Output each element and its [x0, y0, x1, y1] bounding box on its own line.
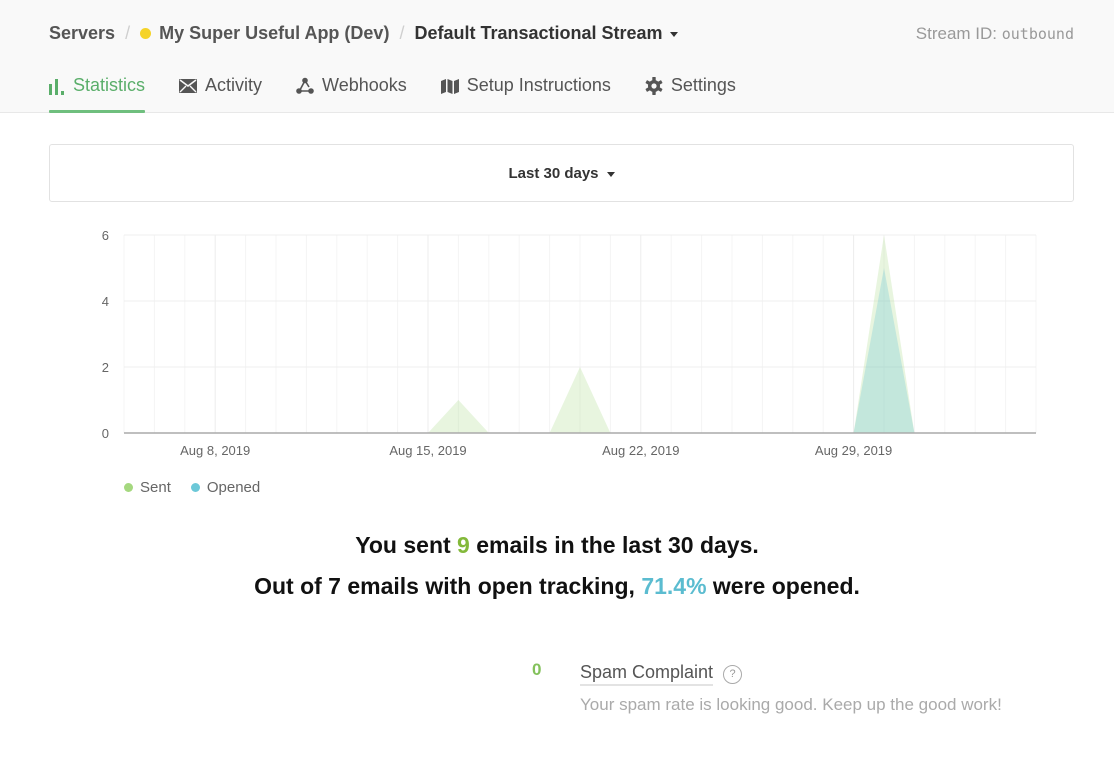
chart-legend: Sent Opened	[124, 479, 280, 496]
spam-complaint-title: Spam Complaint ?	[580, 662, 743, 686]
spam-complaint-link[interactable]: Spam Complaint	[580, 662, 714, 686]
tab-label: Statistics	[73, 75, 146, 95]
summary-text: Out of 7 emails with open tracking,	[254, 573, 642, 599]
legend-dot-opened	[190, 483, 200, 492]
bar-chart-icon	[49, 75, 65, 97]
spam-complaint-description: Your spam rate is looking good. Keep up …	[580, 695, 1002, 714]
tab-statistics[interactable]: Statistics	[49, 70, 146, 113]
tab-webhooks[interactable]: Webhooks	[296, 70, 407, 113]
date-range-label: Last 30 days	[508, 164, 599, 182]
y-tick-label: 2	[102, 360, 109, 375]
tab-label: Webhooks	[322, 75, 407, 95]
x-tick-label: Aug 8, 2019	[180, 443, 250, 458]
page-header: Servers / My Super Useful App (Dev) / De…	[0, 0, 1114, 113]
legend-item-opened[interactable]: Opened	[190, 479, 261, 496]
x-tick-label: Aug 29, 2019	[815, 443, 892, 458]
chevron-down-icon	[606, 171, 615, 177]
spam-complaint-count: 0	[532, 660, 542, 679]
summary-text: emails in the last 30 days.	[469, 532, 759, 558]
chevron-down-icon	[669, 31, 678, 37]
sent-summary: You sent 9 emails in the last 30 days.	[0, 532, 1114, 559]
summary-text: You sent	[355, 532, 458, 558]
envelope-icon	[179, 75, 198, 97]
stream-id-value: outbound	[1001, 25, 1074, 43]
stream-id-label: Stream ID:	[915, 24, 998, 43]
open-rate: 71.4%	[641, 573, 707, 599]
open-summary: Out of 7 emails with open tracking, 71.4…	[0, 573, 1114, 600]
help-icon[interactable]: ?	[723, 664, 743, 684]
map-icon	[440, 75, 459, 97]
stream-id: Stream ID: outbound	[916, 24, 1074, 44]
breadcrumb: Servers / My Super Useful App (Dev) / De…	[49, 21, 678, 45]
legend-label: Opened	[206, 479, 261, 496]
y-tick-label: 0	[102, 426, 109, 441]
stream-selector[interactable]: Default Transactional Stream	[414, 22, 678, 44]
sent-count: 9	[457, 532, 470, 558]
breadcrumb-servers-link[interactable]: Servers	[49, 23, 115, 44]
x-tick-label: Aug 15, 2019	[389, 443, 466, 458]
tab-label: Settings	[670, 75, 736, 95]
server-status-dot	[140, 27, 152, 39]
gear-icon	[645, 75, 663, 97]
legend-item-sent[interactable]: Sent	[124, 479, 171, 496]
legend-dot-sent	[124, 483, 133, 492]
tab-bar: Statistics Activity Webhooks Setup Instr…	[49, 70, 770, 113]
webhook-icon	[296, 75, 314, 97]
y-tick-label: 6	[102, 228, 109, 243]
legend-label: Sent	[140, 479, 171, 496]
date-range-selector[interactable]: Last 30 days	[49, 144, 1074, 202]
breadcrumb-separator: /	[399, 22, 405, 43]
breadcrumb-separator: /	[125, 22, 131, 43]
tab-label: Setup Instructions	[466, 75, 611, 95]
tab-settings[interactable]: Settings	[645, 70, 736, 113]
summary-text: were opened.	[706, 573, 860, 599]
stream-name: Default Transactional Stream	[414, 22, 663, 43]
tab-setup-instructions[interactable]: Setup Instructions	[440, 70, 611, 113]
tab-activity[interactable]: Activity	[179, 70, 262, 113]
stats-chart: 0 2 4 6 Aug 8, 2019 Aug 15, 2019 Aug 22, 2019 A…	[102, 228, 1037, 458]
x-tick-label: Aug 22, 2019	[602, 443, 679, 458]
breadcrumb-server-link[interactable]: My Super Useful App (Dev)	[159, 23, 389, 44]
y-tick-label: 4	[102, 294, 109, 309]
tab-label: Activity	[205, 75, 263, 95]
